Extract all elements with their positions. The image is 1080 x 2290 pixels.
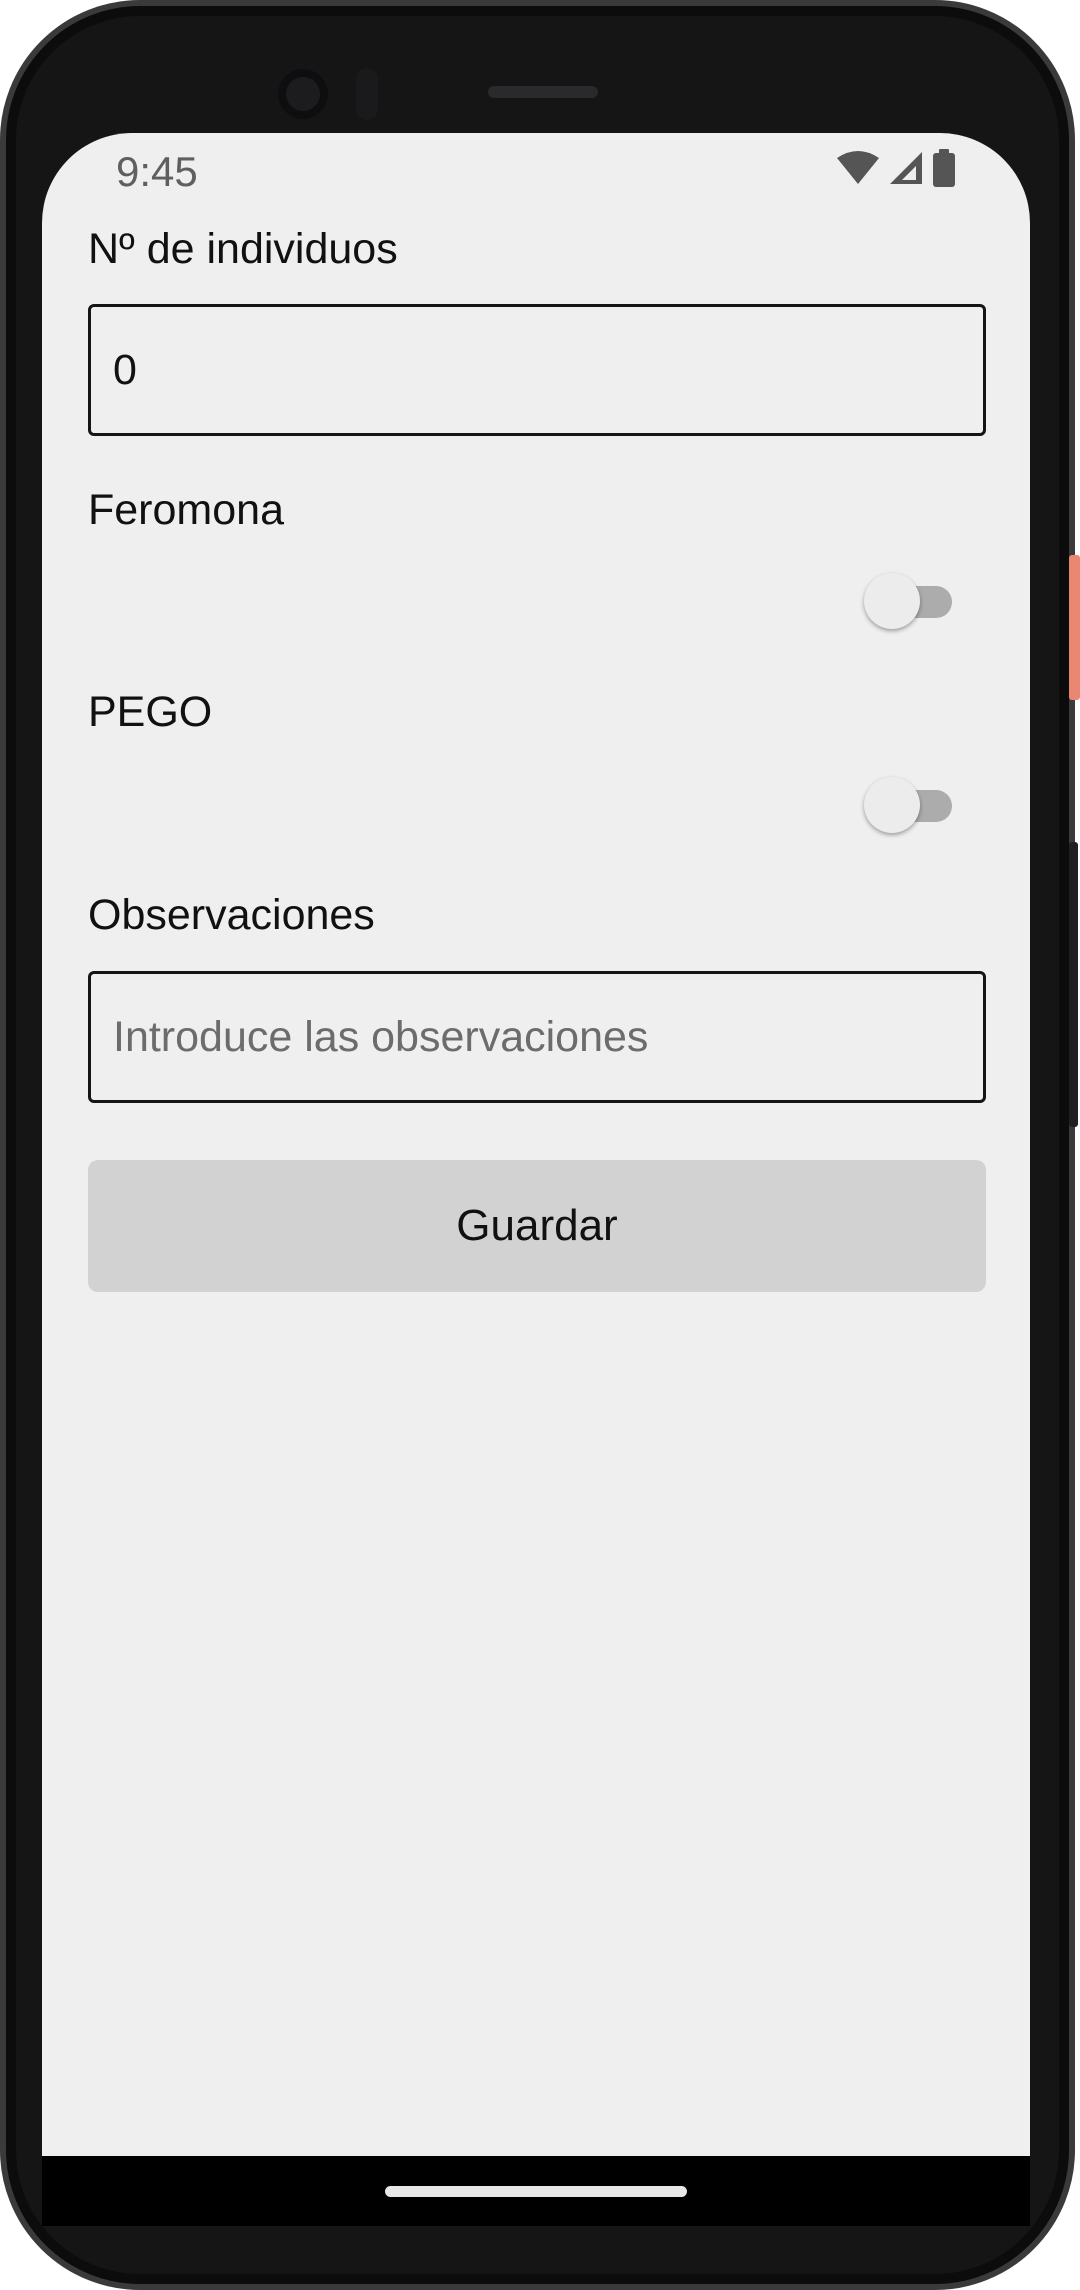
pego-switch[interactable]: [864, 776, 952, 834]
app-screen: 9:45 Nº de individuos Feromona PEGO Obse…: [42, 133, 1030, 2156]
individuals-field-box: [88, 304, 986, 436]
proximity-sensor: [356, 68, 378, 120]
navigation-bar: [42, 2156, 1030, 2226]
pheromone-switch[interactable]: [864, 572, 952, 630]
switch-thumb: [864, 573, 920, 629]
pheromone-label: Feromona: [88, 486, 284, 534]
volume-button: [1069, 842, 1078, 1127]
status-icons: [836, 149, 956, 187]
observations-field-box: [88, 971, 986, 1103]
observations-input[interactable]: [113, 974, 963, 1100]
status-time: 9:45: [116, 148, 198, 195]
battery-icon: [933, 149, 955, 187]
individuals-label: Nº de individuos: [88, 225, 398, 273]
status-bar: 9:45: [42, 133, 1030, 213]
earpiece-speaker: [488, 86, 598, 98]
pego-label: PEGO: [88, 688, 213, 736]
individuals-input[interactable]: [113, 307, 963, 433]
front-camera: [278, 69, 328, 119]
save-button[interactable]: Guardar: [88, 1160, 986, 1292]
wifi-icon: [837, 151, 879, 184]
home-gesture-handle[interactable]: [385, 2186, 687, 2197]
observations-label: Observaciones: [88, 891, 375, 939]
switch-thumb: [864, 777, 920, 833]
power-button: [1069, 555, 1080, 700]
cellular-signal-icon: [890, 152, 922, 184]
